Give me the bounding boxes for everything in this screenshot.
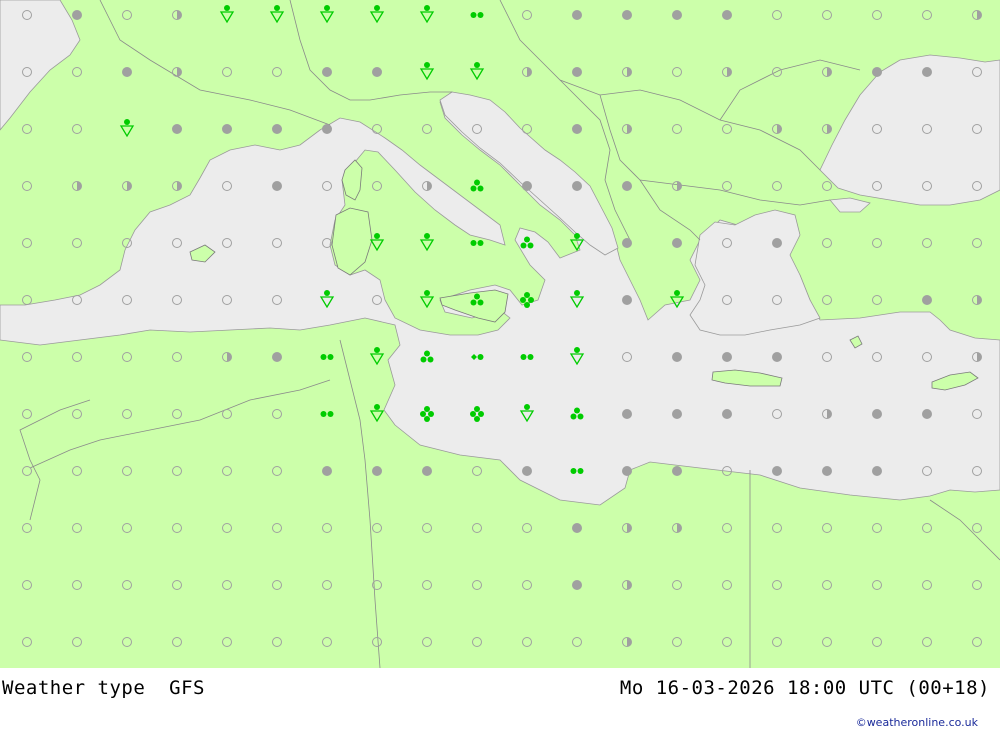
symbol-overcast [372,466,382,476]
symbol-overcast [322,67,332,77]
symbol-overcast [722,10,732,20]
symbol-overcast [572,67,582,77]
symbol-overcast [622,409,632,419]
valid-datetime: Mo 16-03-2026 18:00 UTC (00+18) [619,677,990,699]
symbol-overcast [372,67,382,77]
symbol-overcast [672,409,682,419]
symbol-overcast [772,238,782,248]
title-text: Weather type [2,677,146,699]
symbol-overcast [872,466,882,476]
symbol-overcast [322,466,332,476]
symbol-overcast [622,10,632,20]
symbol-overcast [622,295,632,305]
symbol-overcast [172,124,182,134]
symbol-overcast [522,181,532,191]
symbol-overcast [222,124,232,134]
symbol-overcast [772,466,782,476]
symbol-overcast [122,67,132,77]
map-title: Weather type GFS [2,677,205,699]
symbol-overcast [822,466,832,476]
weather-type-map [0,0,1000,668]
symbol-overcast [572,181,582,191]
symbol-overcast [922,295,932,305]
symbol-overcast [772,352,782,362]
symbol-overcast [922,409,932,419]
symbol-overcast [922,67,932,77]
symbol-overcast [872,409,882,419]
symbol-overcast [672,466,682,476]
symbol-overcast [322,124,332,134]
weather-map-page: Weather type GFS Mo 16-03-2026 18:00 UTC… [0,0,1000,733]
symbol-overcast [672,10,682,20]
credit-link[interactable]: ©weatheronline.co.uk [856,716,978,729]
symbol-overcast [672,238,682,248]
symbol-overcast [522,466,532,476]
symbol-overcast [572,580,582,590]
symbol-overcast [422,466,432,476]
symbol-overcast [722,409,732,419]
symbol-overcast [872,67,882,77]
symbol-overcast [722,352,732,362]
symbol-overcast [272,124,282,134]
symbol-overcast [622,238,632,248]
symbol-overcast [272,352,282,362]
symbol-overcast [672,352,682,362]
symbol-overcast [272,181,282,191]
symbol-overcast [72,10,82,20]
symbol-overcast [622,181,632,191]
symbol-overcast [622,466,632,476]
model-name: GFS [169,677,205,699]
symbol-overcast [572,523,582,533]
symbol-overcast [572,10,582,20]
symbol-overcast [572,124,582,134]
